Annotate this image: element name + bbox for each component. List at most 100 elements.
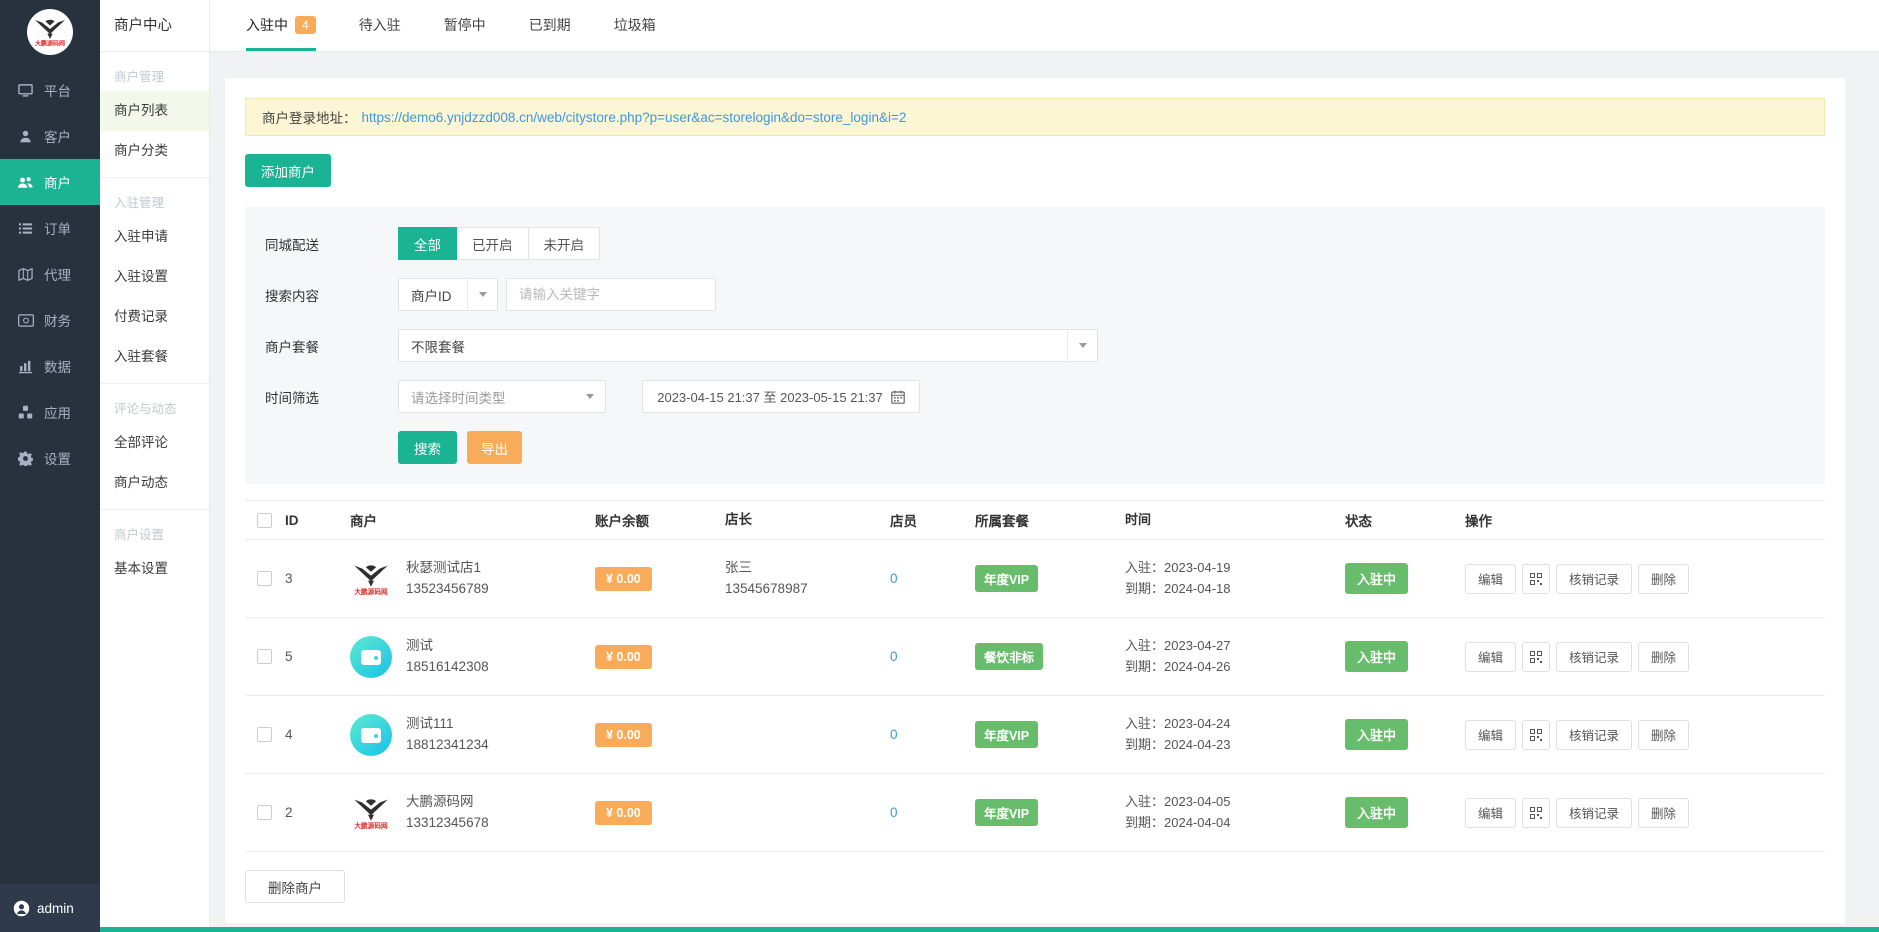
expire-date: 到期：2024-04-23 (1125, 735, 1345, 755)
submenu-item-basic-settings[interactable]: 基本设置 (100, 549, 209, 589)
row-checkbox[interactable] (257, 727, 272, 742)
delete-merchants-button[interactable]: 删除商户 (245, 870, 345, 903)
filter-row-time: 时间筛选 请选择时间类型 2023-04-15 21:37 至 2023-05-… (265, 380, 1805, 413)
date-range-picker[interactable]: 2023-04-15 21:37 至 2023-05-15 21:37 (642, 380, 920, 413)
keyword-input[interactable] (506, 278, 716, 311)
delete-button[interactable]: 删除 (1638, 720, 1689, 750)
sidebar-item-label: 商户 (44, 172, 71, 192)
sidebar-item-label: 代理 (44, 264, 71, 284)
search-type-select[interactable]: 商户ID (398, 278, 498, 311)
verify-records-button[interactable]: 核销记录 (1556, 720, 1632, 750)
verify-records-button[interactable]: 核销记录 (1556, 564, 1632, 594)
staff-count-link[interactable]: 0 (890, 649, 898, 664)
submenu-item-merchant-category[interactable]: 商户分类 (100, 131, 209, 171)
submenu-item-settle-settings[interactable]: 入驻设置 (100, 257, 209, 297)
sidebar-item-merchants[interactable]: 商户 (0, 159, 100, 205)
verify-records-button[interactable]: 核销记录 (1556, 798, 1632, 828)
qrcode-button[interactable] (1522, 798, 1550, 828)
table-row: 3 大鹏源码网 秋瑟测试店113523456789 ¥ 0.00 张三13545… (245, 540, 1825, 618)
row-checkbox[interactable] (257, 571, 272, 586)
edit-button[interactable]: 编辑 (1465, 798, 1516, 828)
sidebar-item-agents[interactable]: 代理 (0, 251, 100, 297)
qrcode-button[interactable] (1522, 642, 1550, 672)
edit-button[interactable]: 编辑 (1465, 564, 1516, 594)
sidebar-item-customers[interactable]: 客户 (0, 113, 100, 159)
search-label: 搜索内容 (265, 285, 398, 305)
package-select[interactable]: 不限套餐 (398, 329, 1098, 362)
delivery-label: 同城配送 (265, 234, 398, 254)
login-url-label: 商户登录地址： (262, 107, 357, 127)
merchant-name: 测试 (406, 636, 489, 656)
edit-button[interactable]: 编辑 (1465, 720, 1516, 750)
submenu-item-merchant-list[interactable]: 商户列表 (100, 91, 209, 131)
join-date: 入驻：2023-04-24 (1125, 714, 1345, 734)
search-type-value: 商户ID (399, 285, 467, 305)
submenu-item-merchant-feed[interactable]: 商户动态 (100, 463, 209, 503)
wallet-avatar (350, 636, 392, 678)
delete-button[interactable]: 删除 (1638, 564, 1689, 594)
submenu-item-settle-apply[interactable]: 入驻申请 (100, 217, 209, 257)
edit-button[interactable]: 编辑 (1465, 642, 1516, 672)
add-merchant-button[interactable]: 添加商户 (245, 154, 331, 187)
qrcode-button[interactable] (1522, 564, 1550, 594)
delivery-option-off[interactable]: 未开启 (528, 227, 601, 260)
status-badge: 入驻中 (1345, 719, 1408, 750)
table-header-row: ID 商户 账户余额 店长 店员 所属套餐 时间 状态 操作 (245, 500, 1825, 540)
sidebar-item-label: 设置 (44, 448, 71, 468)
admin-user[interactable]: admin (0, 884, 100, 932)
brand-logo[interactable]: 大鹏源码网 (0, 0, 100, 67)
sidebar-item-data[interactable]: 数据 (0, 343, 100, 389)
row-checkbox[interactable] (257, 805, 272, 820)
sidebar-item-apps[interactable]: 应用 (0, 389, 100, 435)
status-badge: 入驻中 (1345, 797, 1408, 828)
export-button[interactable]: 导出 (467, 431, 522, 464)
table-row: 5 测试18516142308 ¥ 0.00 0 餐饮非标 入驻：2023-04… (245, 618, 1825, 696)
tab-label: 待入驻 (359, 15, 401, 35)
staff-count-link[interactable]: 0 (890, 727, 898, 742)
join-date: 入驻：2023-04-05 (1125, 792, 1345, 812)
search-button[interactable]: 搜索 (398, 431, 457, 464)
eagle-logo: 大鹏源码网 (351, 793, 391, 833)
merchant-phone: 13523456789 (406, 579, 489, 599)
status-badge: 入驻中 (1345, 563, 1408, 594)
select-all-checkbox[interactable] (257, 513, 272, 528)
tab-paused[interactable]: 暂停中 (444, 0, 486, 51)
qrcode-button[interactable] (1522, 720, 1550, 750)
sidebar-item-orders[interactable]: 订单 (0, 205, 100, 251)
staff-count-link[interactable]: 0 (890, 571, 898, 586)
brand-logo-circle: 大鹏源码网 (27, 9, 73, 55)
tab-settled[interactable]: 入驻中 4 (246, 0, 316, 51)
package-badge: 餐饮非标 (975, 643, 1043, 670)
sidebar-item-finance[interactable]: 财务 (0, 297, 100, 343)
tab-expired[interactable]: 已到期 (529, 0, 571, 51)
header-package: 所属套餐 (975, 510, 1125, 530)
time-type-select[interactable]: 请选择时间类型 (398, 380, 606, 413)
sidebar-item-platform[interactable]: 平台 (0, 67, 100, 113)
delete-button[interactable]: 删除 (1638, 642, 1689, 672)
verify-records-button[interactable]: 核销记录 (1556, 642, 1632, 672)
package-label: 商户套餐 (265, 336, 398, 356)
sidebar-item-label: 订单 (44, 218, 71, 238)
filter-row-delivery: 同城配送 全部 已开启 未开启 (265, 227, 1805, 260)
tab-trash[interactable]: 垃圾箱 (614, 0, 656, 51)
row-checkbox[interactable] (257, 649, 272, 664)
delivery-option-on[interactable]: 已开启 (456, 227, 529, 260)
staff-count-link[interactable]: 0 (890, 805, 898, 820)
sidebar-item-settings[interactable]: 设置 (0, 435, 100, 481)
delivery-option-all[interactable]: 全部 (398, 227, 457, 260)
submenu-item-payment-records[interactable]: 付费记录 (100, 297, 209, 337)
admin-avatar-icon (13, 900, 30, 917)
header-manager: 店长 (725, 510, 890, 530)
tab-pending[interactable]: 待入驻 (359, 0, 401, 51)
submenu-item-settle-packages[interactable]: 入驻套餐 (100, 337, 209, 377)
merchant-login-link[interactable]: https://demo6.ynjdzzd008.cn/web/citystor… (362, 110, 907, 125)
delete-button[interactable]: 删除 (1638, 798, 1689, 828)
sidebar-item-label: 数据 (44, 356, 71, 376)
login-url-notice: 商户登录地址： https://demo6.ynjdzzd008.cn/web/… (245, 98, 1825, 136)
submenu-section-settlement: 入驻管理 入驻申请 入驻设置 付费记录 入驻套餐 (100, 177, 209, 383)
submenu-item-all-comments[interactable]: 全部评论 (100, 423, 209, 463)
submenu-section-comments: 评论与动态 全部评论 商户动态 (100, 383, 209, 509)
merchant-id: 5 (285, 649, 350, 664)
section-label: 入驻管理 (100, 192, 209, 211)
submenu-sidebar: 商户中心 商户管理 商户列表 商户分类 入驻管理 入驻申请 入驻设置 付费记录 … (100, 0, 210, 932)
